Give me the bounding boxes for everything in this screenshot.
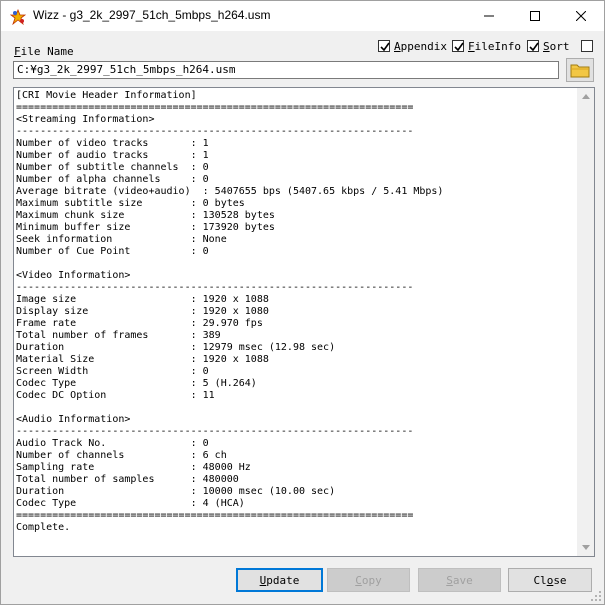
copy-button[interactable]: Copy: [327, 568, 410, 592]
folder-icon: [570, 64, 590, 78]
maximize-icon: [530, 11, 540, 21]
minimize-icon: [484, 15, 494, 17]
close-button[interactable]: Cl o se: [508, 568, 592, 592]
output-textarea[interactable]: [CRI Movie Header Information] =========…: [13, 87, 595, 557]
scroll-up-button[interactable]: [577, 88, 594, 105]
sort-checkbox[interactable]: Sort: [527, 38, 570, 54]
minimize-button[interactable]: [466, 1, 512, 31]
header-info-text: [CRI Movie Header Information] =========…: [16, 90, 444, 533]
close-window-button[interactable]: [558, 1, 604, 31]
resize-grip-icon[interactable]: [590, 590, 602, 602]
scroll-up-icon: [581, 94, 590, 99]
update-button[interactable]: Update: [236, 568, 323, 592]
save-button[interactable]: Save: [418, 568, 501, 592]
browse-folder-button[interactable]: [566, 58, 594, 82]
window-title: Wizz - g3_2k_2997_51ch_5mbps_h264.usm: [33, 8, 271, 22]
scroll-down-button[interactable]: [577, 539, 594, 556]
fileinfo-checkbox[interactable]: FileInfo: [452, 38, 521, 54]
appendix-label: Appendix: [394, 39, 447, 53]
app-icon: [9, 8, 27, 26]
sort-check-box[interactable]: [527, 40, 539, 52]
file-path-input[interactable]: C:¥g3_2k_2997_51ch_5mbps_h264.usm: [13, 61, 559, 79]
vertical-scrollbar[interactable]: [577, 88, 594, 556]
maximize-button[interactable]: [512, 1, 558, 31]
title-bar[interactable]: Wizz - g3_2k_2997_51ch_5mbps_h264.usm: [1, 1, 604, 31]
appendix-checkbox[interactable]: Appendix: [378, 38, 447, 54]
extra-check-box[interactable]: [581, 40, 593, 52]
close-icon: [576, 11, 586, 21]
fileinfo-label: FileInfo: [468, 39, 521, 53]
fileinfo-check-box[interactable]: [452, 40, 464, 52]
extra-checkbox[interactable]: [581, 38, 597, 54]
appendix-check-box[interactable]: [378, 40, 390, 52]
sort-label: Sort: [543, 39, 570, 53]
file-name-label: File Name: [14, 45, 74, 58]
app-window: Wizz - g3_2k_2997_51ch_5mbps_h264.usm Fi…: [0, 0, 605, 605]
scroll-down-icon: [581, 545, 590, 550]
